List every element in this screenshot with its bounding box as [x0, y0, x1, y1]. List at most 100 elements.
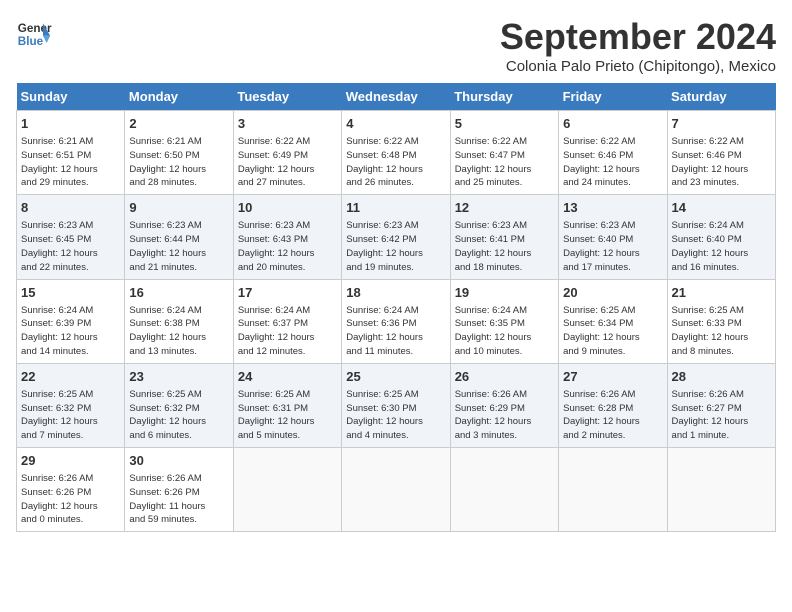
calendar-week-row: 29 Sunrise: 6:26 AM Sunset: 6:26 PM Dayli…	[17, 448, 776, 532]
calendar-day-cell: 9Sunrise: 6:23 AM Sunset: 6:44 PM Daylig…	[125, 195, 233, 279]
calendar-day-cell: 13 Sunrise: 6:23 AM Sunset: 6:40 PM Dayli…	[559, 195, 667, 279]
calendar-week-row: 22 Sunrise: 6:25 AM Sunset: 6:32 PM Dayli…	[17, 363, 776, 447]
calendar-table: SundayMondayTuesdayWednesdayThursdayFrid…	[16, 83, 776, 532]
day-info: Sunrise: 6:23 AM Sunset: 6:42 PM Dayligh…	[346, 219, 445, 274]
calendar-day-cell: 16 Sunrise: 6:24 AM Sunset: 6:38 PM Dayli…	[125, 279, 233, 363]
calendar-day-cell	[667, 448, 775, 532]
day-number: 15	[21, 284, 120, 302]
calendar-day-cell: 23 Sunrise: 6:25 AM Sunset: 6:32 PM Dayli…	[125, 363, 233, 447]
calendar-day-cell	[559, 448, 667, 532]
day-info: Sunrise: 6:23 AM Sunset: 6:40 PM Dayligh…	[563, 219, 662, 274]
day-number: 17	[238, 284, 337, 302]
day-info: Sunrise: 6:26 AM Sunset: 6:28 PM Dayligh…	[563, 388, 662, 443]
day-info: Sunrise: 6:25 AM Sunset: 6:31 PM Dayligh…	[238, 388, 337, 443]
day-number: 25	[346, 368, 445, 386]
day-number: 5	[455, 115, 554, 133]
calendar-day-cell: 20 Sunrise: 6:25 AM Sunset: 6:34 PM Dayli…	[559, 279, 667, 363]
calendar-day-cell: 4 Sunrise: 6:22 AM Sunset: 6:48 PM Daylig…	[342, 111, 450, 195]
calendar-day-cell: 6Sunrise: 6:22 AM Sunset: 6:46 PM Daylig…	[559, 111, 667, 195]
calendar-day-cell: 28 Sunrise: 6:26 AM Sunset: 6:27 PM Dayli…	[667, 363, 775, 447]
calendar-day-cell	[233, 448, 341, 532]
day-info: Sunrise: 6:23 AM Sunset: 6:41 PM Dayligh…	[455, 219, 554, 274]
calendar-day-cell: 29 Sunrise: 6:26 AM Sunset: 6:26 PM Dayli…	[17, 448, 125, 532]
weekday-header: Monday	[125, 83, 233, 111]
weekday-header: Thursday	[450, 83, 558, 111]
day-number: 26	[455, 368, 554, 386]
calendar-week-row: 8 Sunrise: 6:23 AM Sunset: 6:45 PM Daylig…	[17, 195, 776, 279]
weekday-header: Tuesday	[233, 83, 341, 111]
day-number: 3	[238, 115, 337, 133]
calendar-day-cell: 24 Sunrise: 6:25 AM Sunset: 6:31 PM Dayli…	[233, 363, 341, 447]
day-info: Sunrise: 6:25 AM Sunset: 6:32 PM Dayligh…	[129, 388, 228, 443]
day-number: 6	[563, 115, 662, 133]
header: General Blue September 2024 Colonia Palo…	[16, 16, 776, 75]
day-number: 10	[238, 199, 337, 217]
logo-icon: General Blue	[16, 16, 52, 52]
calendar-day-cell	[450, 448, 558, 532]
day-info: Sunrise: 6:24 AM Sunset: 6:36 PM Dayligh…	[346, 304, 445, 359]
day-info: Sunrise: 6:22 AM Sunset: 6:48 PM Dayligh…	[346, 135, 445, 190]
calendar-day-cell: 3 Sunrise: 6:22 AM Sunset: 6:49 PM Daylig…	[233, 111, 341, 195]
calendar-day-cell: 12 Sunrise: 6:23 AM Sunset: 6:41 PM Dayli…	[450, 195, 558, 279]
title-area: September 2024 Colonia Palo Prieto (Chip…	[500, 16, 776, 75]
calendar-day-cell: 27 Sunrise: 6:26 AM Sunset: 6:28 PM Dayli…	[559, 363, 667, 447]
day-number: 8	[21, 199, 120, 217]
calendar-day-cell: 2 Sunrise: 6:21 AM Sunset: 6:50 PM Daylig…	[125, 111, 233, 195]
day-number: 19	[455, 284, 554, 302]
day-info: Sunrise: 6:21 AM Sunset: 6:50 PM Dayligh…	[129, 135, 228, 190]
day-number: 29	[21, 452, 120, 470]
calendar-day-cell: 5 Sunrise: 6:22 AM Sunset: 6:47 PM Daylig…	[450, 111, 558, 195]
day-info: Sunrise: 6:26 AM Sunset: 6:26 PM Dayligh…	[129, 472, 228, 527]
day-number: 11	[346, 199, 445, 217]
calendar-day-cell: 19 Sunrise: 6:24 AM Sunset: 6:35 PM Dayli…	[450, 279, 558, 363]
day-info: Sunrise: 6:23 AM Sunset: 6:44 PM Dayligh…	[129, 219, 228, 274]
day-number: 18	[346, 284, 445, 302]
day-number: 22	[21, 368, 120, 386]
day-info: Sunrise: 6:23 AM Sunset: 6:45 PM Dayligh…	[21, 219, 120, 274]
day-info: Sunrise: 6:22 AM Sunset: 6:46 PM Dayligh…	[672, 135, 771, 190]
calendar-day-cell: 21 Sunrise: 6:25 AM Sunset: 6:33 PM Dayli…	[667, 279, 775, 363]
day-info: Sunrise: 6:25 AM Sunset: 6:32 PM Dayligh…	[21, 388, 120, 443]
day-info: Sunrise: 6:24 AM Sunset: 6:38 PM Dayligh…	[129, 304, 228, 359]
day-number: 2	[129, 115, 228, 133]
day-number: 13	[563, 199, 662, 217]
day-info: Sunrise: 6:25 AM Sunset: 6:33 PM Dayligh…	[672, 304, 771, 359]
day-info: Sunrise: 6:25 AM Sunset: 6:34 PM Dayligh…	[563, 304, 662, 359]
day-info: Sunrise: 6:26 AM Sunset: 6:27 PM Dayligh…	[672, 388, 771, 443]
day-number: 30	[129, 452, 228, 470]
day-number: 20	[563, 284, 662, 302]
calendar-day-cell: 26Sunrise: 6:26 AM Sunset: 6:29 PM Dayli…	[450, 363, 558, 447]
weekday-header: Wednesday	[342, 83, 450, 111]
day-number: 7	[672, 115, 771, 133]
day-number: 28	[672, 368, 771, 386]
day-number: 12	[455, 199, 554, 217]
day-number: 1	[21, 115, 120, 133]
calendar-day-cell: 7 Sunrise: 6:22 AM Sunset: 6:46 PM Daylig…	[667, 111, 775, 195]
day-info: Sunrise: 6:24 AM Sunset: 6:37 PM Dayligh…	[238, 304, 337, 359]
calendar-day-cell: 15Sunrise: 6:24 AM Sunset: 6:39 PM Dayli…	[17, 279, 125, 363]
calendar-day-cell: 25 Sunrise: 6:25 AM Sunset: 6:30 PM Dayli…	[342, 363, 450, 447]
day-number: 21	[672, 284, 771, 302]
day-info: Sunrise: 6:24 AM Sunset: 6:40 PM Dayligh…	[672, 219, 771, 274]
calendar-day-cell: 1Sunrise: 6:21 AM Sunset: 6:51 PM Daylig…	[17, 111, 125, 195]
day-info: Sunrise: 6:26 AM Sunset: 6:26 PM Dayligh…	[21, 472, 120, 527]
calendar-day-cell: 30 Sunrise: 6:26 AM Sunset: 6:26 PM Dayli…	[125, 448, 233, 532]
weekday-header: Saturday	[667, 83, 775, 111]
day-info: Sunrise: 6:22 AM Sunset: 6:47 PM Dayligh…	[455, 135, 554, 190]
month-title: September 2024	[500, 16, 776, 58]
calendar-day-cell: 18 Sunrise: 6:24 AM Sunset: 6:36 PM Dayli…	[342, 279, 450, 363]
location-title: Colonia Palo Prieto (Chipitongo), Mexico	[500, 58, 776, 75]
calendar-day-cell: 17 Sunrise: 6:24 AM Sunset: 6:37 PM Dayli…	[233, 279, 341, 363]
calendar-day-cell: 11 Sunrise: 6:23 AM Sunset: 6:42 PM Dayli…	[342, 195, 450, 279]
day-number: 4	[346, 115, 445, 133]
day-number: 14	[672, 199, 771, 217]
calendar-day-cell: 10Sunrise: 6:23 AM Sunset: 6:43 PM Dayli…	[233, 195, 341, 279]
calendar-day-cell: 14 Sunrise: 6:24 AM Sunset: 6:40 PM Dayli…	[667, 195, 775, 279]
day-number: 24	[238, 368, 337, 386]
day-info: Sunrise: 6:22 AM Sunset: 6:49 PM Dayligh…	[238, 135, 337, 190]
day-info: Sunrise: 6:24 AM Sunset: 6:35 PM Dayligh…	[455, 304, 554, 359]
day-info: Sunrise: 6:25 AM Sunset: 6:30 PM Dayligh…	[346, 388, 445, 443]
day-number: 27	[563, 368, 662, 386]
day-number: 23	[129, 368, 228, 386]
day-number: 16	[129, 284, 228, 302]
